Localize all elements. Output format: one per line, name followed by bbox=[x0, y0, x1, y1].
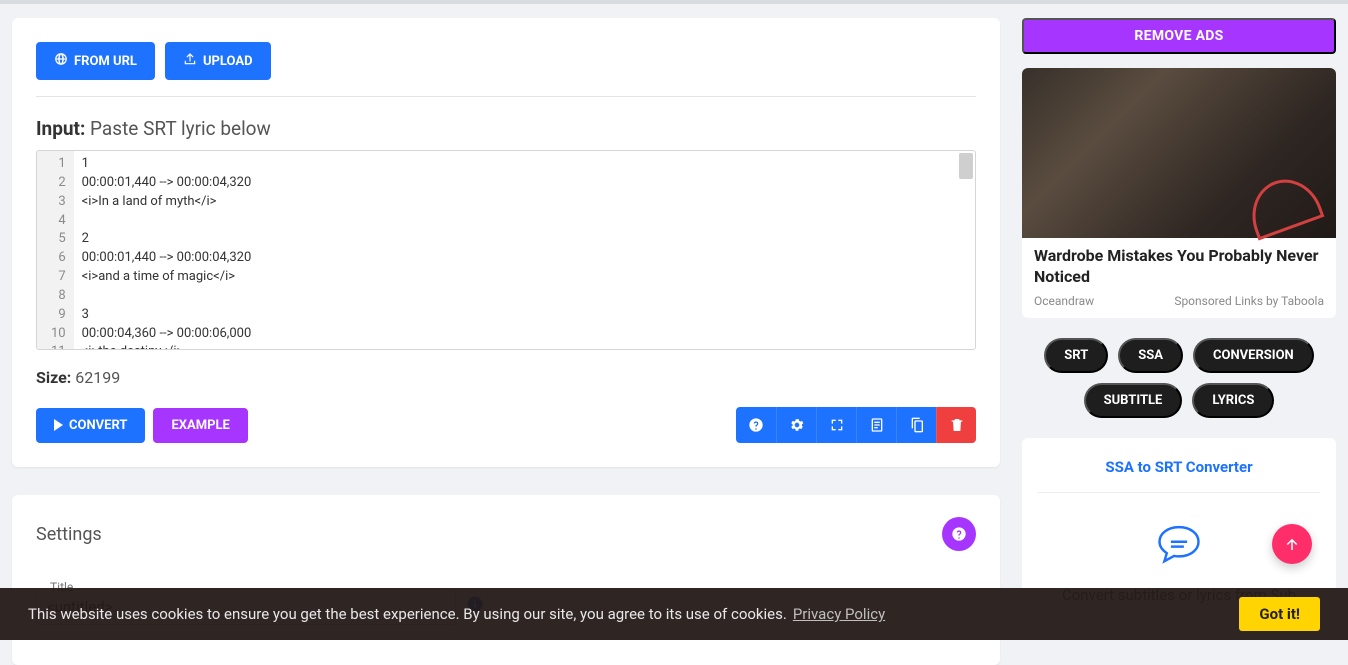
ad-card[interactable]: Wardrobe Mistakes You Probably Never Not… bbox=[1022, 68, 1336, 318]
cookie-bar: This website uses cookies to ensure you … bbox=[0, 588, 1348, 640]
ad-image bbox=[1022, 68, 1336, 238]
globe-icon bbox=[54, 52, 68, 70]
tag-srt[interactable]: SRT bbox=[1044, 338, 1108, 373]
help-icon-button[interactable] bbox=[736, 407, 776, 443]
privacy-link[interactable]: Privacy Policy bbox=[793, 605, 885, 623]
remove-ads-button[interactable]: REMOVE ADS bbox=[1022, 18, 1336, 54]
from-url-button[interactable]: FROM URL bbox=[36, 42, 155, 80]
input-card: FROM URL UPLOAD Input: Paste SRT lyric b… bbox=[12, 18, 1000, 467]
srt-editor[interactable]: 1234567891011121314 1 00:00:01,440 --> 0… bbox=[36, 150, 976, 350]
settings-icon-button[interactable] bbox=[776, 407, 816, 443]
converter-title[interactable]: SSA to SRT Converter bbox=[1038, 454, 1320, 493]
tag-ssa[interactable]: SSA bbox=[1118, 338, 1183, 373]
upload-button[interactable]: UPLOAD bbox=[165, 42, 271, 80]
cookie-text: This website uses cookies to ensure you … bbox=[28, 605, 787, 623]
tag-row: SRT SSA CONVERSION SUBTITLE LYRICS bbox=[1022, 332, 1336, 424]
line-gutter: 1234567891011121314 bbox=[37, 151, 74, 349]
tag-conversion[interactable]: CONVERSION bbox=[1193, 338, 1314, 373]
convert-button[interactable]: CONVERT bbox=[36, 408, 145, 443]
fullscreen-icon-button[interactable] bbox=[816, 407, 856, 443]
upload-icon bbox=[183, 52, 197, 70]
ad-source: Oceandraw bbox=[1034, 294, 1094, 308]
scroll-top-button[interactable] bbox=[1272, 524, 1312, 564]
editor-icon-button[interactable] bbox=[856, 407, 896, 443]
delete-icon-button[interactable] bbox=[936, 407, 976, 443]
editor-icon-bar bbox=[736, 407, 976, 443]
copy-icon-button[interactable] bbox=[896, 407, 936, 443]
size-line: Size: 62199 bbox=[36, 368, 976, 387]
ad-title: Wardrobe Mistakes You Probably Never Not… bbox=[1034, 246, 1324, 288]
tag-subtitle[interactable]: SUBTITLE bbox=[1084, 383, 1183, 418]
chat-icon bbox=[1153, 519, 1205, 571]
editor-scrollbar[interactable] bbox=[959, 153, 973, 179]
example-button[interactable]: EXAMPLE bbox=[153, 408, 247, 443]
cookie-accept-button[interactable]: Got it! bbox=[1239, 597, 1320, 631]
input-heading: Input: Paste SRT lyric below bbox=[36, 117, 976, 140]
code-area[interactable]: 1 00:00:01,440 --> 00:00:04,320 <i>In a … bbox=[74, 151, 975, 349]
settings-help-button[interactable] bbox=[942, 517, 976, 551]
settings-heading: Settings bbox=[36, 524, 102, 545]
ad-sponsor: Sponsored Links by Taboola bbox=[1174, 294, 1324, 308]
tag-lyrics[interactable]: LYRICS bbox=[1192, 383, 1274, 418]
play-icon bbox=[54, 419, 63, 431]
